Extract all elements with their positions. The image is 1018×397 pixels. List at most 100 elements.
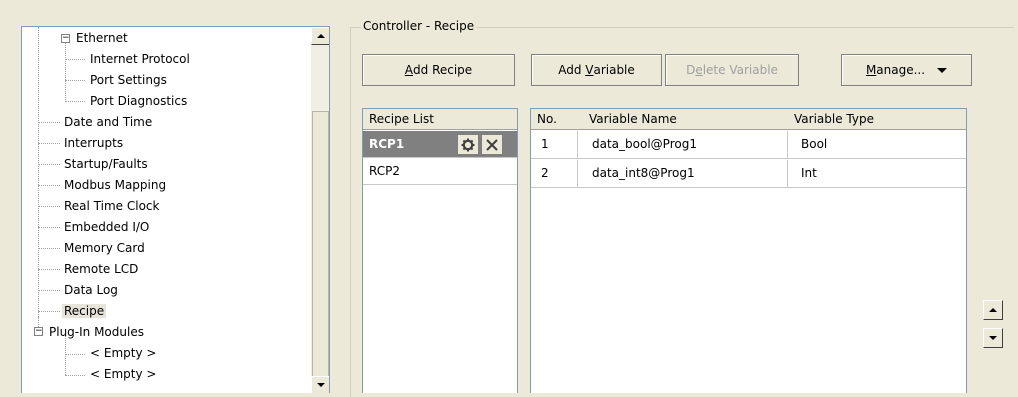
- tree-connector: [65, 59, 85, 60]
- tree-connector: [38, 27, 39, 317]
- variable-table[interactable]: No. Variable Name Variable Type 1 data_b…: [530, 108, 967, 393]
- tree-item-label: Port Settings: [90, 73, 167, 87]
- tree-connector: [38, 227, 60, 228]
- cell-variable-name: data_bool@Prog1: [592, 137, 697, 151]
- tree-item-date-and-time[interactable]: Date and Time: [62, 112, 154, 133]
- tree-item-interrupts[interactable]: Interrupts: [62, 133, 125, 154]
- tree-item-label: Modbus Mapping: [64, 178, 167, 192]
- tree-connector: [38, 311, 60, 312]
- tree-item-label: Plug-In Modules: [49, 325, 144, 339]
- tree-item-label: Embedded I/O: [64, 220, 150, 234]
- button-label: anage...: [876, 63, 926, 77]
- settings-tree[interactable]: − − Ethernet Internet Protocol Port Sett…: [21, 26, 330, 393]
- cell-divider: [577, 160, 578, 187]
- collapse-ethernet-icon[interactable]: −: [61, 34, 70, 43]
- tree-item-data-log[interactable]: Data Log: [62, 280, 120, 301]
- tree-item-remote-lcd[interactable]: Remote LCD: [62, 259, 140, 280]
- column-header-variable-name: Variable Name: [589, 112, 677, 126]
- recipe-item-rcp1[interactable]: RCP1: [363, 131, 517, 158]
- cell-variable-type: Bool: [801, 137, 828, 151]
- button-label: dd Recipe: [413, 63, 473, 77]
- tree-connector: [65, 80, 85, 81]
- group-title: Controller - Recipe: [361, 19, 477, 33]
- tree-item-empty-slot-1[interactable]: < Empty >: [88, 343, 158, 364]
- tree-item-startup-faults[interactable]: Startup/Faults: [62, 154, 150, 175]
- cell-divider: [577, 131, 578, 158]
- mnemonic-key: e: [695, 63, 703, 77]
- tree-item-label: Recipe: [62, 304, 107, 318]
- arrow-down-icon: [316, 383, 325, 387]
- tree-item-recipe[interactable]: Recipe: [62, 301, 107, 322]
- tree-item-embedded-io[interactable]: Embedded I/O: [62, 217, 151, 238]
- tree-connector: [65, 354, 85, 355]
- tree-item-memory-card[interactable]: Memory Card: [62, 238, 147, 259]
- tree-item-empty-slot-2[interactable]: < Empty >: [88, 364, 158, 385]
- cell-variable-name: data_int8@Prog1: [592, 166, 695, 180]
- cell-no: 2: [541, 166, 549, 180]
- tree-item-real-time-clock[interactable]: Real Time Clock: [62, 196, 161, 217]
- tree-item-label: Real Time Clock: [64, 199, 160, 213]
- tree-connector: [38, 290, 60, 291]
- arrow-up-icon: [316, 34, 325, 38]
- scroll-up-button[interactable]: [311, 27, 329, 45]
- table-row[interactable]: 2 data_int8@Prog1 Int: [531, 160, 966, 188]
- mnemonic-key: M: [865, 63, 877, 77]
- button-label: D: [686, 63, 696, 77]
- cell-divider: [787, 131, 788, 158]
- recipe-delete-button[interactable]: [481, 134, 503, 155]
- cell-no: 1: [541, 137, 549, 151]
- tree-item-internet-protocol[interactable]: Internet Protocol: [88, 49, 192, 70]
- tree-connector: [65, 101, 85, 102]
- manage-dropdown-button[interactable]: Manage...: [841, 54, 972, 86]
- tree-item-label: Internet Protocol: [90, 52, 190, 66]
- recipe-name: RCP2: [369, 164, 400, 178]
- close-icon: [486, 138, 498, 151]
- gear-icon: [461, 138, 475, 151]
- tree-item-label: Data Log: [64, 283, 118, 297]
- cell-divider: [787, 160, 788, 187]
- button-label: lete Variable: [702, 63, 778, 77]
- table-row[interactable]: 1 data_bool@Prog1 Bool: [531, 131, 966, 159]
- mnemonic-key: V: [585, 63, 594, 77]
- collapse-plugin-modules-icon[interactable]: −: [34, 327, 43, 336]
- tree-item-label: Port Diagnostics: [90, 94, 188, 108]
- chevron-down-icon: [937, 67, 948, 73]
- recipe-settings-button[interactable]: [457, 134, 479, 155]
- tree-item-label: Ethernet: [76, 31, 128, 45]
- delete-variable-button[interactable]: De lete Variable: [665, 54, 799, 86]
- mnemonic-key: A: [404, 63, 414, 77]
- add-recipe-button[interactable]: Add Recipe: [362, 54, 515, 86]
- move-up-button[interactable]: [983, 300, 1003, 320]
- table-header: No. Variable Name Variable Type: [531, 109, 966, 130]
- tree-connector: [38, 206, 60, 207]
- recipe-name: RCP1: [369, 137, 405, 151]
- tree-connector: [38, 269, 60, 270]
- tree-connector: [38, 143, 60, 144]
- move-down-button[interactable]: [983, 328, 1003, 348]
- tree-item-port-diagnostics[interactable]: Port Diagnostics: [88, 91, 189, 112]
- column-header-no: No.: [537, 112, 557, 126]
- tree-item-label: < Empty >: [90, 367, 157, 381]
- tree-item-label: Startup/Faults: [64, 157, 148, 171]
- scrollbar-thumb[interactable]: [312, 111, 329, 378]
- cell-variable-type: Int: [801, 166, 817, 180]
- tree-connector: [38, 164, 60, 165]
- scroll-down-button[interactable]: [311, 376, 329, 393]
- tree-item-label: Interrupts: [64, 136, 124, 150]
- tree-item-ethernet[interactable]: Ethernet: [74, 28, 130, 49]
- tree-connector: [65, 375, 85, 376]
- tree-scrollbar[interactable]: [311, 27, 329, 393]
- tree-item-label: < Empty >: [90, 346, 157, 360]
- tree-item-label: Date and Time: [64, 115, 153, 129]
- tree-item-plugin-modules[interactable]: Plug-In Modules: [47, 322, 146, 343]
- tree-item-port-settings[interactable]: Port Settings: [88, 70, 169, 91]
- button-label: ariable: [593, 63, 635, 77]
- recipe-item-rcp2[interactable]: RCP2: [363, 158, 517, 185]
- arrow-up-icon: [989, 308, 997, 312]
- recipe-list-panel[interactable]: Recipe List RCP1 RCP2: [362, 108, 518, 393]
- tree-connector: [65, 39, 66, 102]
- tree-item-label: Memory Card: [64, 241, 145, 255]
- arrow-down-icon: [989, 336, 997, 340]
- tree-item-modbus-mapping[interactable]: Modbus Mapping: [62, 175, 168, 196]
- add-variable-button[interactable]: Add Variable: [531, 54, 662, 86]
